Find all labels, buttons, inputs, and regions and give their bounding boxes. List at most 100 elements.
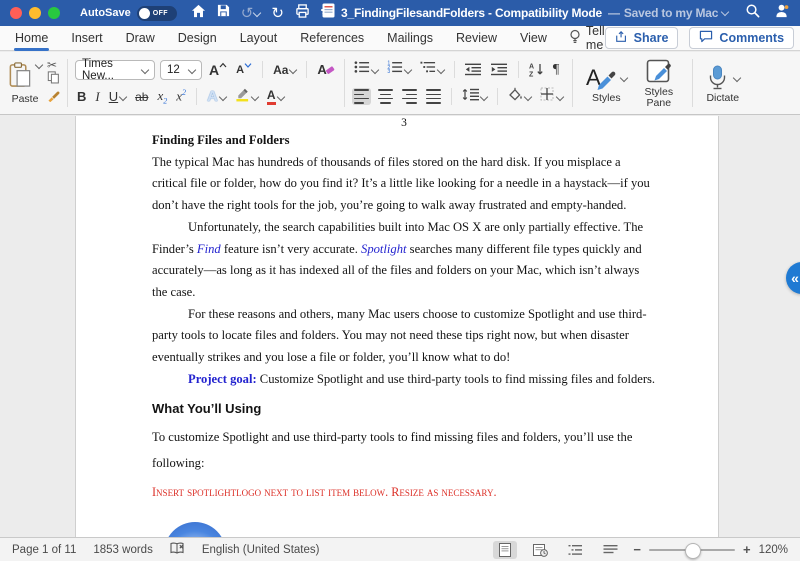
document-paragraphs: Finding Files and FoldersThe typical Mac…: [152, 130, 656, 501]
tab-design[interactable]: Design: [177, 27, 218, 49]
format-painter-icon[interactable]: [47, 89, 61, 107]
zoom-out-button[interactable]: −: [633, 545, 641, 555]
outline-view-button[interactable]: [563, 541, 587, 559]
bullet-list-button[interactable]: [352, 59, 380, 80]
redo-icon[interactable]: ↻: [271, 6, 284, 20]
save-icon[interactable]: [217, 4, 230, 22]
tab-review[interactable]: Review: [455, 27, 498, 49]
doc-paragraph[interactable]: To customize Spotlight and use third-par…: [152, 425, 656, 476]
ribbon-tab-row: Home Insert Draw Design Layout References Mail…: [0, 26, 800, 51]
print-layout-view-button[interactable]: [493, 541, 517, 559]
subscript-button[interactable]: x2: [155, 87, 169, 107]
justify-button[interactable]: [424, 88, 443, 104]
zoom-slider-knob[interactable]: [685, 543, 701, 559]
chevron-down-icon[interactable]: [721, 7, 729, 15]
draft-view-button[interactable]: [598, 541, 622, 559]
tab-layout[interactable]: Layout: [239, 27, 279, 49]
highlight-button[interactable]: [233, 86, 260, 108]
paste-dropdown-icon[interactable]: [35, 60, 43, 68]
print-icon[interactable]: [295, 4, 310, 23]
zoom-percent[interactable]: 120%: [759, 544, 788, 556]
change-case-button[interactable]: Aa: [271, 62, 298, 78]
align-right-button[interactable]: [400, 88, 419, 104]
close-window-button[interactable]: [10, 7, 22, 19]
cut-icon[interactable]: ✂: [47, 59, 61, 71]
tab-mailings[interactable]: Mailings: [386, 27, 434, 49]
tab-insert[interactable]: Insert: [70, 27, 103, 49]
align-center-button[interactable]: [376, 88, 395, 104]
comment-icon: [699, 30, 713, 46]
sidebar-expand-button[interactable]: «: [786, 262, 800, 294]
show-paragraph-marks-button[interactable]: ¶: [551, 61, 561, 79]
styles-label: Styles: [592, 93, 621, 104]
increase-indent-button[interactable]: [489, 62, 510, 77]
styles-pane-button[interactable]: Styles Pane: [633, 55, 685, 111]
decrease-indent-button[interactable]: [463, 62, 484, 77]
styles-button[interactable]: A Styles: [580, 61, 633, 106]
copy-icon[interactable]: [47, 71, 61, 89]
doc-paragraph[interactable]: Unfortunately, the search capabilities b…: [152, 217, 656, 304]
dictate-button[interactable]: Dictate: [700, 61, 746, 106]
minimize-window-button[interactable]: [29, 7, 41, 19]
tab-home[interactable]: Home: [14, 27, 49, 49]
share-button[interactable]: Share: [605, 27, 679, 49]
search-icon[interactable]: [745, 3, 760, 23]
doc-paragraph[interactable]: For these reasons and others, many Mac u…: [152, 304, 656, 369]
autosave-label: AutoSave: [80, 7, 131, 19]
borders-button[interactable]: [538, 86, 565, 107]
paste-button[interactable]: Paste: [8, 55, 42, 111]
chevron-down-icon: [733, 73, 741, 81]
zoom-in-button[interactable]: +: [743, 545, 751, 555]
document-page[interactable]: 3 Finding Files and FoldersThe typical M…: [75, 116, 719, 537]
undo-icon[interactable]: ↺: [241, 6, 254, 20]
quick-access-toolbar: ↺ ↻: [191, 4, 331, 23]
undo-control: ↺: [241, 6, 261, 20]
tell-me-control[interactable]: Tell me: [569, 24, 605, 52]
tab-draw[interactable]: Draw: [125, 27, 156, 49]
clear-formatting-button[interactable]: A: [315, 61, 336, 78]
svg-text:3: 3: [387, 69, 390, 74]
comments-button[interactable]: Comments: [689, 27, 794, 49]
home-icon[interactable]: [191, 4, 206, 23]
doc-paragraph[interactable]: Insert spotlightlogo next to list item b…: [152, 483, 656, 501]
spellcheck-status-icon[interactable]: [170, 542, 185, 558]
superscript-button[interactable]: x2: [174, 87, 188, 105]
shading-button[interactable]: [506, 86, 533, 107]
text-effects-button[interactable]: A: [205, 87, 228, 106]
line-spacing-button[interactable]: [460, 87, 489, 107]
underline-button[interactable]: U: [107, 88, 128, 105]
tab-references[interactable]: References: [299, 27, 365, 49]
doc-paragraph[interactable]: Finding Files and Folders: [152, 130, 656, 152]
fullscreen-window-button[interactable]: [48, 7, 60, 19]
chevron-down-icon: [524, 92, 532, 100]
web-layout-view-button[interactable]: [528, 541, 552, 559]
autosave-toggle[interactable]: OFF: [137, 6, 177, 21]
zoom-control: − + 120%: [633, 544, 788, 556]
tab-view[interactable]: View: [519, 27, 548, 49]
undo-dropdown-icon[interactable]: [253, 9, 261, 17]
language-status[interactable]: English (United States): [202, 544, 320, 556]
word-count-status[interactable]: 1853 words: [93, 544, 152, 556]
font-color-button[interactable]: A: [265, 88, 286, 106]
page-count-status[interactable]: Page 1 of 11: [12, 544, 76, 556]
doc-paragraph[interactable]: The typical Mac has hundreds of thousand…: [152, 152, 656, 217]
numbered-list-button[interactable]: 123: [385, 59, 413, 80]
doc-paragraph[interactable]: What You’ll Using: [152, 398, 656, 420]
doc-paragraph[interactable]: Project goal: Customize Spotlight and us…: [152, 369, 656, 391]
shrink-font-button[interactable]: A: [234, 63, 254, 77]
italic-button[interactable]: I: [93, 88, 101, 106]
align-left-button[interactable]: [352, 88, 371, 104]
zoom-slider[interactable]: [649, 549, 735, 551]
account-icon[interactable]: [774, 3, 790, 23]
sort-button[interactable]: AZ: [527, 61, 546, 78]
paste-label: Paste: [12, 93, 39, 105]
multilevel-list-button[interactable]: [418, 59, 446, 80]
font-size-select[interactable]: 12: [160, 60, 202, 80]
bold-button[interactable]: B: [75, 88, 88, 105]
paint-bucket-icon: [508, 87, 523, 106]
strikethrough-button[interactable]: ab: [133, 89, 150, 105]
autosave-state: OFF: [153, 10, 168, 17]
grow-font-button[interactable]: A: [207, 61, 229, 79]
font-name-select[interactable]: Times New...: [75, 60, 155, 80]
chevron-down-icon: [251, 92, 259, 100]
